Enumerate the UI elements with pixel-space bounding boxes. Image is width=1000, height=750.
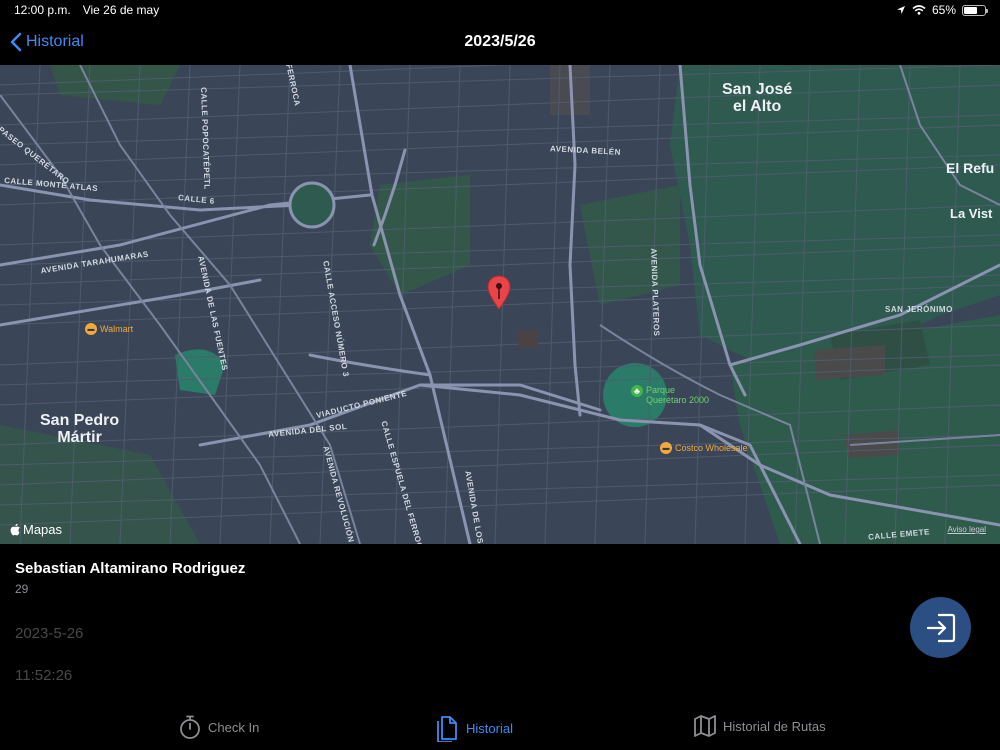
page-title: 2023/5/26 — [464, 33, 536, 50]
status-bar: 12:00 p.m. Vie 26 de may 65% — [0, 0, 1000, 22]
map-icon — [694, 715, 716, 737]
tab-label: Check In — [208, 719, 260, 735]
battery-icon — [962, 4, 988, 16]
city-label: La Vist — [950, 206, 993, 221]
poi-costco[interactable]: ▬ Costco Wholesale — [660, 442, 748, 454]
stopwatch-icon — [180, 715, 200, 739]
status-date: Vie 26 de may — [82, 3, 160, 17]
shopping-bag-icon: ▬ — [660, 442, 672, 454]
city-label: San José el Alto — [722, 81, 793, 115]
shopping-bag-icon: ▬ — [85, 323, 97, 335]
record-details: Sebastian Altamirano Rodriguez 29 2023-5… — [15, 560, 246, 684]
tab-historial-rutas[interactable]: Historial de Rutas — [693, 714, 826, 738]
check-in-fab-button[interactable] — [910, 597, 971, 658]
poi-park[interactable]: ♣ Parque Querétaro 2000 — [631, 385, 709, 405]
document-icon — [437, 716, 457, 742]
tab-label: Historial de Rutas — [723, 718, 826, 734]
poi-label: Costco Wholesale — [675, 443, 748, 453]
battery-percent: 65% — [931, 3, 956, 17]
record-date: 2023-5-26 — [15, 625, 84, 642]
legal-link[interactable]: Aviso legal — [947, 525, 986, 534]
record-time: 11:52:26 — [15, 667, 73, 684]
city-label: El Refu — [946, 160, 995, 176]
employee-name: Sebastian Altamirano Rodriguez — [15, 560, 246, 577]
map-view[interactable]: PASEO QUERÉTARO CALLE POPOCATÉPETL CALLE… — [0, 65, 1000, 544]
navigation-bar: Historial 2023/5/26 — [0, 22, 1000, 65]
tab-check-in[interactable]: Check In — [178, 714, 259, 740]
location-arrow-icon — [896, 6, 905, 14]
park-label: Parque Querétaro 2000 — [646, 385, 710, 405]
map-attribution: Mapas — [10, 522, 62, 537]
login-icon — [926, 613, 955, 642]
tree-icon: ♣ — [631, 385, 643, 397]
tab-bar: Check In Historial Historial de Rutas — [0, 706, 1000, 750]
tab-historial[interactable]: Historial — [436, 714, 513, 742]
location-pin-icon[interactable] — [487, 275, 511, 311]
apple-logo-icon — [10, 523, 20, 536]
status-time: 12:00 p.m. — [14, 3, 71, 17]
employee-number: 29 — [15, 582, 29, 596]
poi-label: Walmart — [100, 324, 134, 334]
poi-walmart[interactable]: ▬ Walmart — [85, 323, 133, 335]
city-label: San Pedro Mártir — [40, 412, 120, 446]
tab-label: Historial — [466, 720, 513, 736]
attribution-label: Mapas — [23, 522, 63, 537]
wifi-icon — [912, 5, 926, 15]
street-label: SAN JERÓNIMO — [885, 305, 953, 314]
